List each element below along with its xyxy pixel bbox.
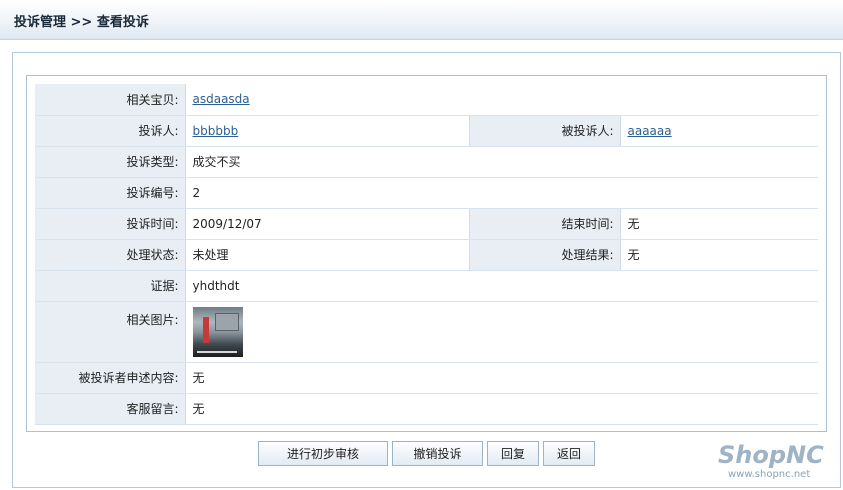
table-row: 投诉时间: 2009/12/07 结束时间: 无 — [35, 208, 818, 240]
page-title: 投诉管理 >> 查看投诉 — [14, 15, 149, 30]
status-value: 未处理 — [185, 239, 469, 271]
logo-brand: ShopNC — [718, 441, 824, 469]
status-label: 处理状态: — [35, 239, 186, 271]
thumbnail-figure — [202, 316, 209, 343]
number-label: 投诉编号: — [35, 177, 186, 209]
type-label: 投诉类型: — [35, 146, 186, 178]
time-label: 投诉时间: — [35, 208, 186, 240]
end-time-label: 结束时间: — [468, 208, 621, 240]
respondent-label: 被投诉人: — [468, 115, 621, 147]
back-button[interactable]: 返回 — [543, 441, 595, 466]
complainant-label: 投诉人: — [35, 115, 186, 147]
respondent-cell: aaaaaa — [620, 115, 818, 147]
evidence-value: yhdthdt — [185, 270, 818, 302]
table-row: 投诉人: bbbbbb 被投诉人: aaaaaa — [35, 115, 818, 147]
thumbnail-building — [214, 312, 239, 331]
time-value: 2009/12/07 — [185, 208, 469, 240]
evidence-image-thumbnail[interactable] — [192, 306, 243, 357]
complainant-link[interactable]: bbbbbb — [193, 124, 239, 138]
type-value: 成交不买 — [185, 146, 818, 178]
complaint-detail-table: 相关宝贝: asdaasda 投诉人: bbbbbb 被投诉人: aaaaaa … — [35, 84, 818, 425]
action-buttons: 进行初步审核 撤销投诉 回复 返回 — [258, 441, 595, 466]
revoke-button[interactable]: 撤销投诉 — [392, 441, 483, 466]
number-value: 2 — [185, 177, 818, 209]
product-label: 相关宝贝: — [35, 84, 186, 116]
table-row: 客服留言: 无 — [35, 393, 818, 425]
respondent-link[interactable]: aaaaaa — [628, 124, 672, 138]
table-row: 相关图片: — [35, 301, 818, 363]
table-row: 投诉编号: 2 — [35, 177, 818, 209]
review-button[interactable]: 进行初步审核 — [258, 441, 388, 466]
statement-value: 无 — [185, 362, 818, 394]
evidence-label: 证据: — [35, 270, 186, 302]
end-time-value: 无 — [620, 208, 818, 240]
product-link[interactable]: asdaasda — [193, 92, 250, 106]
statement-label: 被投诉者申述内容: — [35, 362, 186, 394]
page-header: 投诉管理 >> 查看投诉 — [0, 0, 843, 40]
table-row: 投诉类型: 成交不买 — [35, 146, 818, 178]
service-label: 客服留言: — [35, 393, 186, 425]
result-label: 处理结果: — [468, 239, 621, 271]
images-label: 相关图片: — [35, 301, 186, 363]
product-cell: asdaasda — [185, 84, 818, 116]
logo-url: www.shopnc.net — [728, 469, 811, 480]
service-value: 无 — [185, 393, 818, 425]
table-row: 被投诉者申述内容: 无 — [35, 362, 818, 394]
complainant-cell: bbbbbb — [185, 115, 469, 147]
thumbnail-caption — [196, 350, 237, 353]
images-cell — [185, 301, 818, 363]
table-row: 处理状态: 未处理 处理结果: 无 — [35, 239, 818, 271]
reply-button[interactable]: 回复 — [487, 441, 539, 466]
shopnc-logo: ShopNC www.shopnc.net — [718, 441, 838, 486]
result-value: 无 — [620, 239, 818, 271]
table-row: 相关宝贝: asdaasda — [35, 84, 818, 116]
table-row: 证据: yhdthdt — [35, 270, 818, 302]
